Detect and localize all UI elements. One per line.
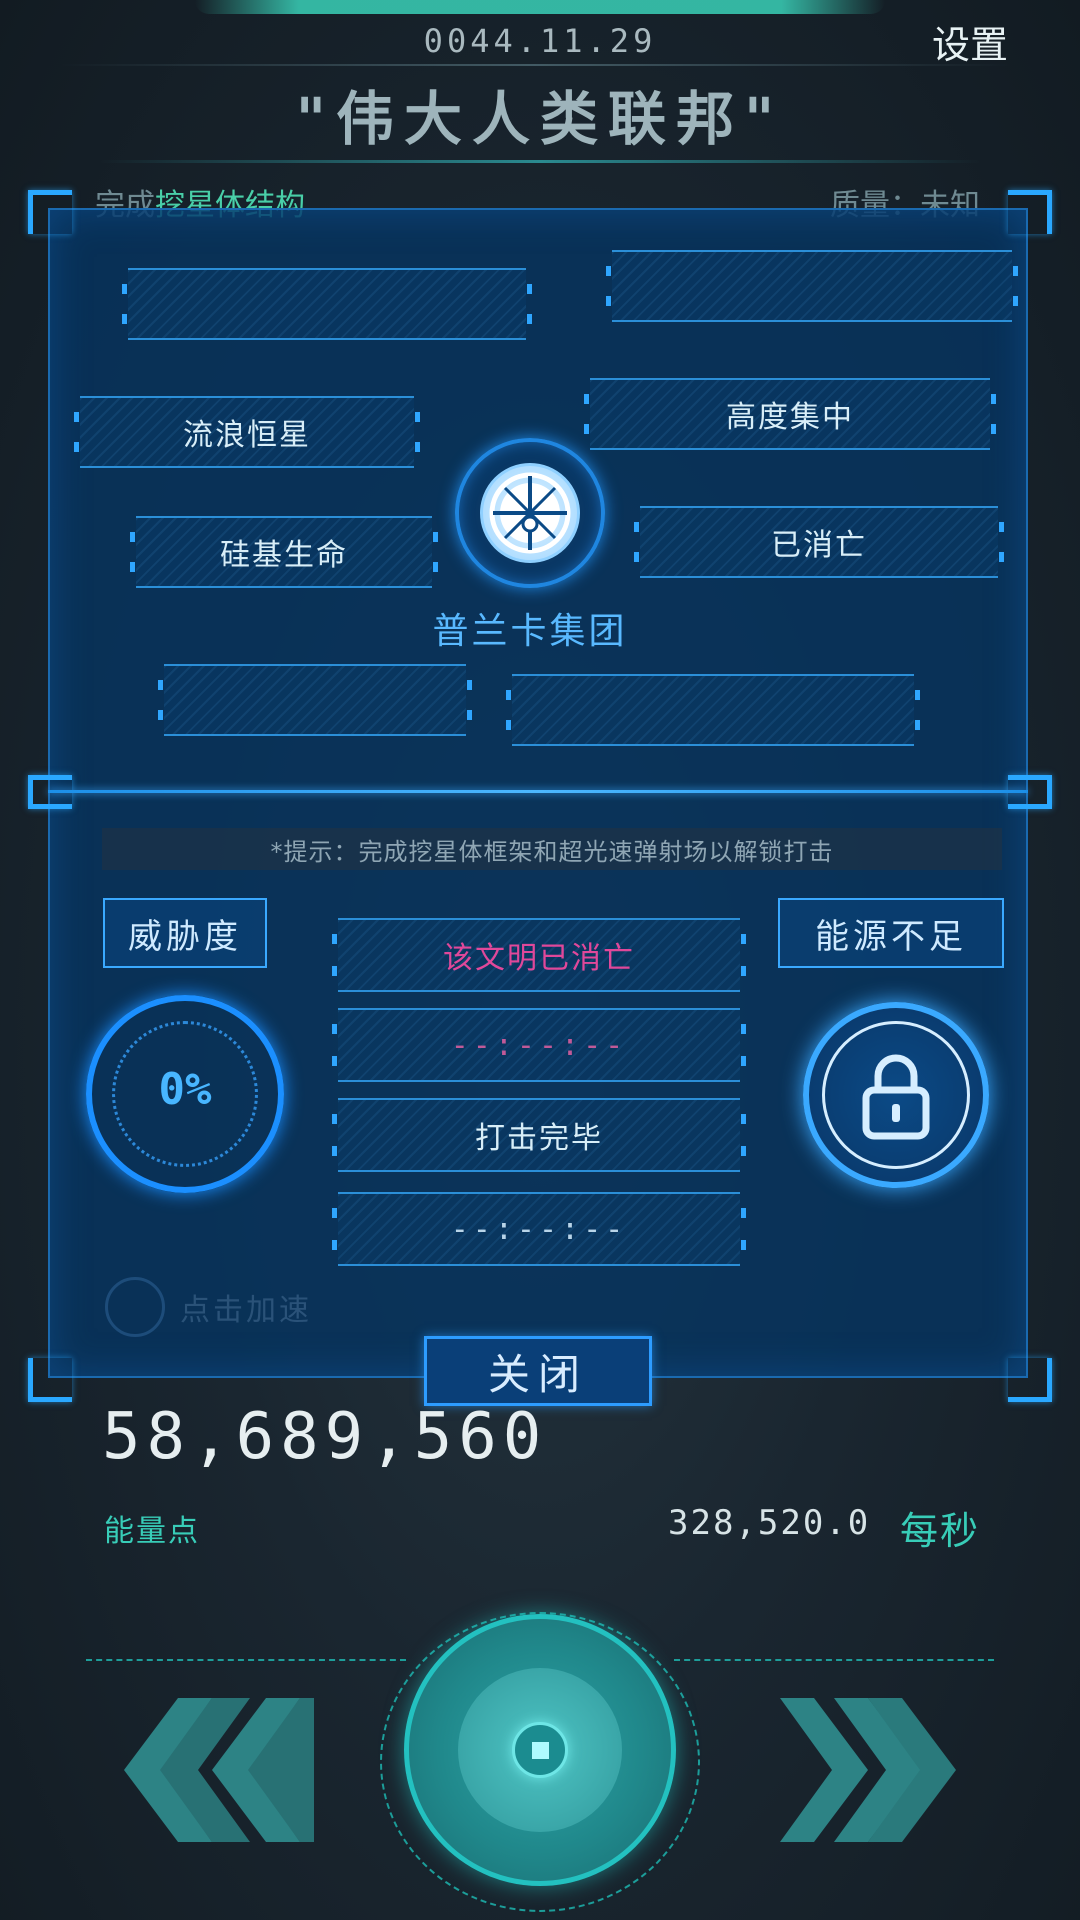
threat-level-label: 威胁度 [103, 898, 267, 968]
planck-group-emblem-icon [480, 463, 580, 563]
stop-square-icon [532, 1742, 549, 1759]
group-name: 普兰卡集团 [432, 611, 628, 652]
trait-slot-empty [122, 268, 532, 340]
panel-section-divider [48, 790, 1028, 793]
status-row-timer: --:--:-- [332, 1008, 746, 1082]
header-divider [60, 64, 1010, 66]
trait-silicon-life: 硅基生命 [130, 516, 438, 588]
status-row-timer: --:--:-- [332, 1192, 746, 1266]
title-divider [100, 160, 980, 163]
unlock-hint: *提示：完成挖星体框架和超光速弹射场以解锁打击 [102, 828, 1002, 870]
double-chevron-right-icon[interactable] [760, 1690, 980, 1850]
threat-value: 0% [158, 1064, 212, 1115]
status-row-strike: 打击完毕 [332, 1098, 746, 1172]
energy-points-unit: 能量点 [104, 1514, 200, 1549]
accelerate-ghost-icon [105, 1277, 165, 1337]
close-button[interactable]: 关闭 [424, 1336, 652, 1406]
bottom-dash-right [674, 1659, 994, 1661]
accelerate-ghost-label: 点击加速 [180, 1293, 312, 1328]
game-date: 0044.11.29 [423, 22, 657, 60]
double-chevron-left-icon[interactable] [100, 1690, 320, 1850]
trait-extinct: 已消亡 [634, 506, 1004, 578]
energy-rate-value: 328,520.0 [668, 1503, 871, 1543]
trait-highly-focused: 高度集中 [584, 378, 996, 450]
settings-button[interactable]: 设置 [920, 14, 1020, 67]
energy-status-label: 能源不足 [778, 898, 1004, 968]
bottom-dash-left [86, 1659, 406, 1661]
energy-points-value: 58,689,560 [102, 1400, 548, 1474]
lock-icon [856, 1046, 936, 1146]
panel-corner-bottom-left [28, 1358, 72, 1402]
panel-corner-top-left [28, 190, 72, 234]
civilization-title: "伟大人类联邦" [295, 85, 785, 153]
trait-wandering-star: 流浪恒星 [74, 396, 420, 468]
trait-slot-empty [158, 664, 472, 736]
energy-rate-unit: 每秒 [900, 1509, 981, 1553]
trait-slot-empty [606, 250, 1018, 322]
panel-corner-top-right [1008, 190, 1052, 234]
panel-corner-bottom-right [1008, 1358, 1052, 1402]
trait-slot-empty [506, 674, 920, 746]
status-row-civilization: 该文明已消亡 [332, 918, 746, 992]
top-glow-bar [195, 0, 885, 14]
